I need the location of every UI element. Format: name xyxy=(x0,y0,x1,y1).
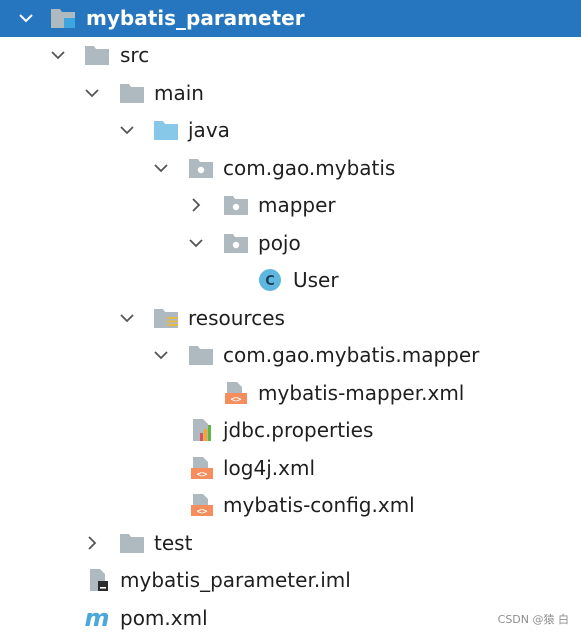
svg-text:<>: <> xyxy=(231,395,242,405)
tree-label: mybatis_parameter.iml xyxy=(120,568,351,592)
tree-label: pojo xyxy=(258,231,301,255)
tree-label: com.gao.mybatis xyxy=(223,156,396,180)
svg-text:<>: <> xyxy=(197,470,208,480)
svg-text:<>: <> xyxy=(197,507,208,517)
package-icon xyxy=(223,231,249,255)
tree-row-config-xml[interactable]: <> mybatis-config.xml xyxy=(0,487,581,524)
tree-label: com.gao.mybatis.mapper xyxy=(223,343,480,367)
tree-row-jdbc-properties[interactable]: jdbc.properties xyxy=(0,412,581,449)
chevron-right-icon[interactable] xyxy=(186,195,206,215)
folder-icon xyxy=(188,343,214,367)
tree-label: mybatis-config.xml xyxy=(223,493,415,517)
module-folder-icon xyxy=(50,6,76,30)
tree-row-pojo[interactable]: pojo xyxy=(0,225,581,262)
maven-icon: m xyxy=(84,606,110,630)
chevron-down-icon[interactable] xyxy=(117,308,137,328)
tree-label: resources xyxy=(188,306,285,330)
xml-file-icon: <> xyxy=(189,493,215,517)
tree-row-mapper-xml[interactable]: <> mybatis-mapper.xml xyxy=(0,375,581,412)
class-icon: C xyxy=(257,268,283,292)
iml-file-icon xyxy=(86,568,112,592)
tree-label: mapper xyxy=(258,193,336,217)
properties-file-icon xyxy=(189,418,215,442)
svg-text:m: m xyxy=(84,606,109,630)
chevron-down-icon[interactable] xyxy=(16,8,36,28)
tree-label: jdbc.properties xyxy=(223,418,374,442)
tree-row-resource-package[interactable]: com.gao.mybatis.mapper xyxy=(0,337,581,374)
tree-label: log4j.xml xyxy=(223,456,316,480)
chevron-down-icon[interactable] xyxy=(151,345,171,365)
tree-row-src[interactable]: src xyxy=(0,37,581,74)
tree-row-mapper[interactable]: mapper xyxy=(0,187,581,224)
tree-label: test xyxy=(154,531,193,555)
chevron-right-icon[interactable] xyxy=(82,533,102,553)
tree-row-pom[interactable]: m pom.xml xyxy=(0,600,581,637)
tree-row-resources[interactable]: resources xyxy=(0,300,581,337)
tree-label: main xyxy=(154,81,204,105)
tree-row-user[interactable]: C User xyxy=(0,262,581,299)
tree-label: src xyxy=(120,43,150,67)
xml-file-icon: <> xyxy=(223,381,249,405)
tree-row-test[interactable]: test xyxy=(0,525,581,562)
tree-row-iml[interactable]: mybatis_parameter.iml xyxy=(0,562,581,599)
tree-row-root[interactable]: mybatis_parameter xyxy=(0,0,581,37)
folder-icon xyxy=(84,43,110,67)
xml-file-icon: <> xyxy=(189,456,215,480)
tree-label: java xyxy=(188,118,230,142)
tree-label: pom.xml xyxy=(120,606,208,630)
tree-label: mybatis_parameter xyxy=(86,6,305,30)
project-tree: mybatis_parameter src main java com.gao.… xyxy=(0,0,581,636)
watermark: CSDN @猿 白 xyxy=(497,613,569,626)
chevron-down-icon[interactable] xyxy=(151,158,171,178)
chevron-down-icon[interactable] xyxy=(186,233,206,253)
resources-folder-icon xyxy=(153,306,179,330)
chevron-down-icon[interactable] xyxy=(117,120,137,140)
chevron-down-icon[interactable] xyxy=(82,83,102,103)
source-folder-icon xyxy=(153,118,179,142)
tree-label: mybatis-mapper.xml xyxy=(258,381,465,405)
tree-row-java[interactable]: java xyxy=(0,112,581,149)
package-icon xyxy=(188,156,214,180)
svg-text:C: C xyxy=(265,274,275,289)
tree-label: User xyxy=(293,268,339,292)
folder-icon xyxy=(119,531,145,555)
chevron-down-icon[interactable] xyxy=(48,45,68,65)
tree-row-main[interactable]: main xyxy=(0,75,581,112)
tree-row-log4j-xml[interactable]: <> log4j.xml xyxy=(0,450,581,487)
folder-icon xyxy=(119,81,145,105)
package-icon xyxy=(223,193,249,217)
tree-row-package[interactable]: com.gao.mybatis xyxy=(0,150,581,187)
